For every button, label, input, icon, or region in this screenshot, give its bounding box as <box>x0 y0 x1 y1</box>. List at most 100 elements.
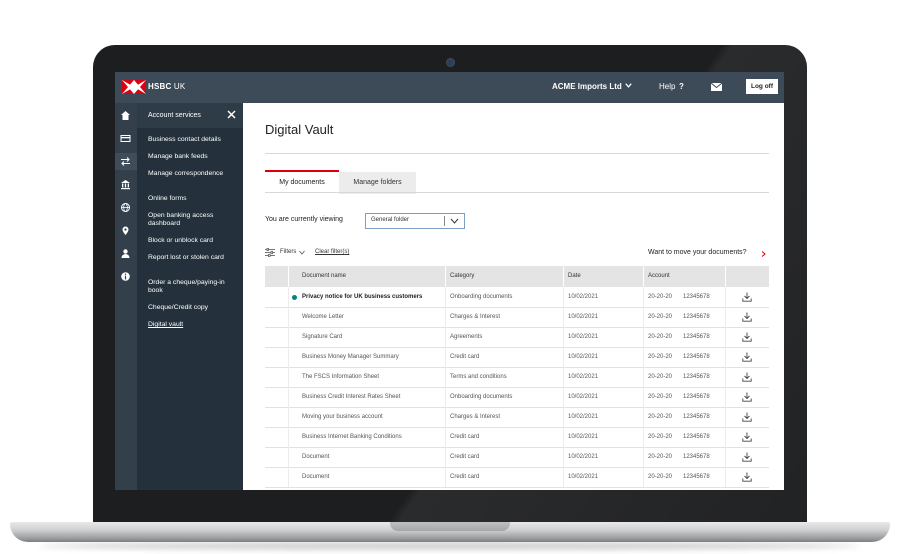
download-icon[interactable] <box>742 452 752 462</box>
table-row[interactable]: The FSCS Information Sheet Terms and cond… <box>265 367 769 388</box>
company-selector[interactable]: ACME Imports Ltd <box>552 82 622 91</box>
table-row[interactable]: Document Credit card 10/02/2021 20-20-20 123… <box>265 467 769 488</box>
menu-item-block-unblock-card[interactable]: Block or unblock card <box>148 237 238 245</box>
unread-dot-icon <box>292 295 297 300</box>
document-category: Credit card <box>450 454 480 460</box>
menu-item-online-forms[interactable]: Online forms <box>148 195 238 203</box>
table-row[interactable]: Moving your business account Charges & In… <box>265 407 769 428</box>
tab-manage-folders[interactable]: Manage folders <box>339 172 416 194</box>
row-divider <box>288 387 289 407</box>
document-date: 10/02/2021 <box>568 314 599 320</box>
table-row[interactable]: Signature Card Agreements 10/02/2021 20-20-… <box>265 327 769 348</box>
chevron-down-icon[interactable] <box>450 217 459 225</box>
help-link[interactable]: Help <box>659 82 675 91</box>
document-name[interactable]: Signature Card <box>302 334 342 340</box>
menu-item-digital-vault[interactable]: Digital vault <box>148 321 238 329</box>
row-divider <box>563 287 564 307</box>
document-name[interactable]: Business Internet Banking Conditions <box>302 434 402 440</box>
chevron-down-icon[interactable] <box>624 81 633 90</box>
document-name[interactable]: Moving your business account <box>302 414 383 420</box>
document-name[interactable]: Document <box>302 474 329 480</box>
info-icon[interactable] <box>120 271 131 282</box>
download-icon[interactable] <box>742 392 752 402</box>
table-row[interactable]: Business Credit Interest Rates Sheet Onbo… <box>265 387 769 408</box>
mail-icon[interactable] <box>711 83 722 91</box>
download-icon[interactable] <box>742 292 752 302</box>
row-divider <box>725 427 726 447</box>
table-row[interactable]: Privacy notice for UK business customers… <box>265 287 769 308</box>
download-icon[interactable] <box>742 332 752 342</box>
download-icon[interactable] <box>742 352 752 362</box>
row-divider <box>288 347 289 367</box>
sort-code: 20-20-20 <box>648 454 673 460</box>
menu-item-cheque-credit-copy[interactable]: Cheque/Credit copy <box>148 304 238 312</box>
download-icon[interactable] <box>742 412 752 422</box>
row-divider <box>643 367 644 387</box>
table-row[interactable]: Welcome Letter Charges & Interest 10/02/20… <box>265 307 769 328</box>
row-divider <box>288 447 289 467</box>
download-icon[interactable] <box>742 372 752 382</box>
column-document-name[interactable]: Document name <box>302 273 346 279</box>
document-name[interactable]: The FSCS Information Sheet <box>302 374 379 380</box>
row-divider <box>563 307 564 327</box>
user-icon[interactable] <box>120 248 131 259</box>
move-documents-link[interactable]: Want to move your documents? <box>648 249 747 256</box>
table-row[interactable]: Document Credit card 10/02/2021 20-20-20 123… <box>265 447 769 468</box>
transfer-icon[interactable] <box>120 156 131 167</box>
home-icon[interactable] <box>120 110 131 121</box>
row-divider <box>288 467 289 487</box>
document-name[interactable]: Business Credit Interest Rates Sheet <box>302 394 400 400</box>
hsbc-logo-icon[interactable] <box>122 80 146 94</box>
close-icon[interactable] <box>227 110 236 119</box>
menu-item-manage-correspondence[interactable]: Manage correspondence <box>148 170 238 178</box>
menu-item-report-lost-card[interactable]: Report lost or stolen card <box>148 254 238 262</box>
filter-icon[interactable] <box>265 248 275 257</box>
column-category[interactable]: Category <box>450 273 474 279</box>
document-date: 10/02/2021 <box>568 334 599 340</box>
folder-select[interactable]: General folder <box>365 213 465 229</box>
document-name[interactable]: Business Money Manager Summary <box>302 354 399 360</box>
menu-item-manage-bank-feeds[interactable]: Manage bank feeds <box>148 153 238 161</box>
menu-title: Account services <box>148 112 201 119</box>
bank-icon[interactable] <box>120 179 131 190</box>
logoff-button[interactable]: Log off <box>746 79 778 94</box>
document-date: 10/02/2021 <box>568 454 599 460</box>
document-category: Onboarding documents <box>450 294 513 300</box>
chevron-right-icon[interactable] <box>761 251 766 257</box>
row-divider <box>445 367 446 387</box>
location-icon[interactable] <box>120 225 131 236</box>
column-account[interactable]: Account <box>648 273 670 279</box>
download-icon[interactable] <box>742 432 752 442</box>
column-divider <box>288 266 289 287</box>
folder-select-value: General folder <box>371 217 410 223</box>
globe-icon[interactable] <box>120 202 131 213</box>
row-divider <box>288 327 289 347</box>
document-date: 10/02/2021 <box>568 414 599 420</box>
download-icon[interactable] <box>742 472 752 482</box>
clear-filters-link[interactable]: Clear filter(s) <box>315 249 349 255</box>
icon-rail <box>115 103 137 490</box>
menu-item-business-contact-details[interactable]: Business contact details <box>148 136 238 144</box>
column-date[interactable]: Date <box>568 273 581 279</box>
row-divider <box>445 407 446 427</box>
row-divider <box>445 307 446 327</box>
card-icon[interactable] <box>120 133 131 144</box>
document-name[interactable]: Welcome Letter <box>302 314 344 320</box>
menu-item-order-cheque-book[interactable]: Order a cheque/paying-in book <box>148 279 238 295</box>
sort-code: 20-20-20 <box>648 394 673 400</box>
filters-toggle[interactable]: Filters <box>280 249 296 255</box>
document-date: 10/02/2021 <box>568 394 599 400</box>
row-divider <box>725 327 726 347</box>
menu-item-open-banking-dashboard[interactable]: Open banking access dashboard <box>148 212 238 228</box>
document-name[interactable]: Document <box>302 454 329 460</box>
table-row[interactable]: Business Internet Banking Conditions Cred… <box>265 427 769 448</box>
help-icon[interactable]: ? <box>679 82 684 91</box>
chevron-down-icon[interactable] <box>299 250 305 255</box>
row-divider <box>563 467 564 487</box>
tab-my-documents[interactable]: My documents <box>265 170 339 194</box>
download-icon[interactable] <box>742 312 752 322</box>
document-name[interactable]: Privacy notice for UK business customers <box>302 294 422 300</box>
row-divider <box>725 467 726 487</box>
table-row[interactable]: Business Money Manager Summary Credit car… <box>265 347 769 368</box>
row-divider <box>725 307 726 327</box>
